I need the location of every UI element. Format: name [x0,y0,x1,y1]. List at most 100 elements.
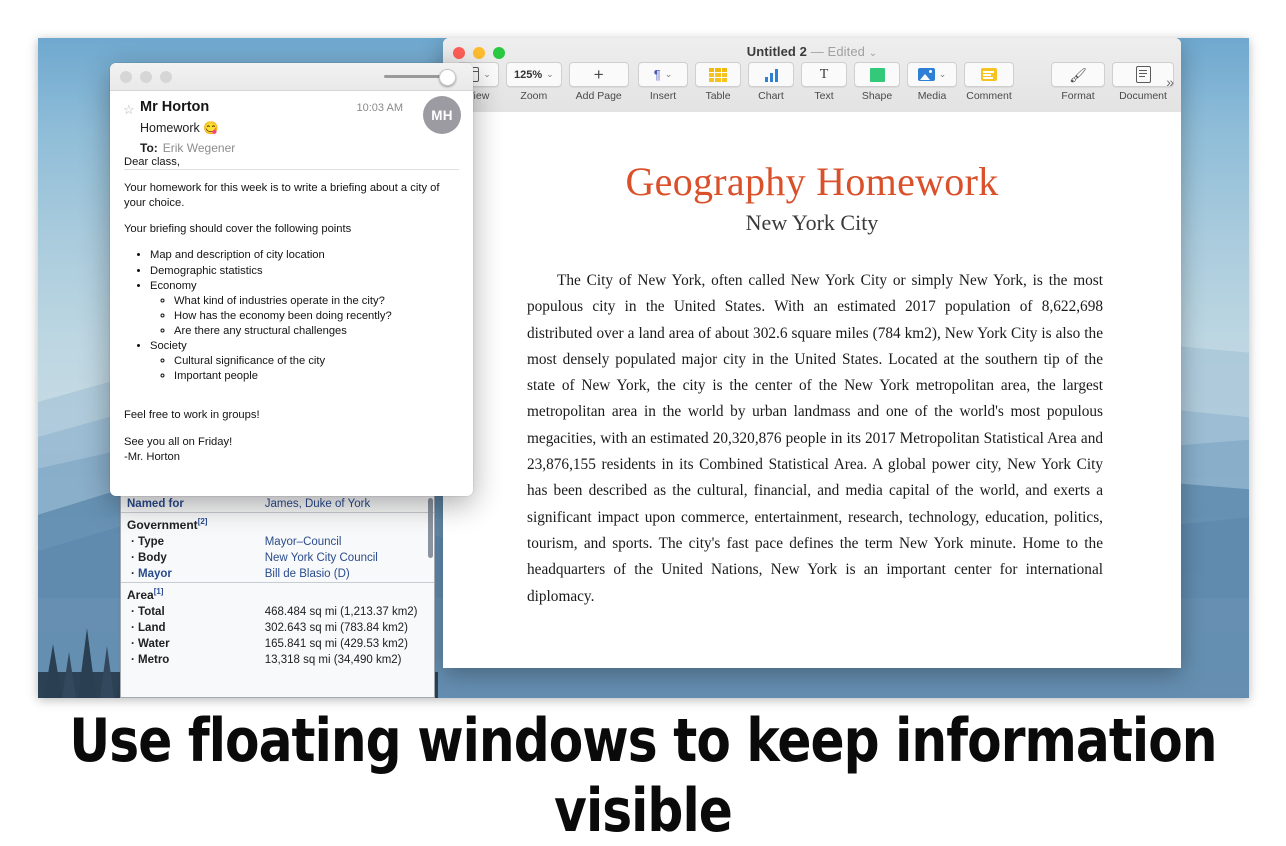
mail-paragraph: Your briefing should cover the following… [124,223,352,236]
mail-to-label: To: [140,141,158,155]
pilcrow-icon: ¶ [653,67,661,82]
mail-timestamp: 10:03 AM [356,102,403,114]
slider-knob[interactable] [439,69,456,86]
mail-titlebar[interactable] [110,63,473,91]
infobox-value[interactable]: James, Duke of York [259,496,434,513]
screenshot-root: Untitled 2 — Edited ⌄ ⌄ View 125%⌄ Zoom [0,0,1286,846]
infobox-key-label[interactable]: Mayor [138,568,172,580]
infobox-table: Named for James, Duke of York Government… [121,496,434,668]
document-page[interactable]: Geography Homework New York City The Cit… [443,112,1181,668]
document-icon [1135,66,1151,83]
infobox-value[interactable]: Mayor–Council [259,534,434,550]
mail-signature: -Mr. Horton [124,450,180,463]
table-row: · Water 165.841 sq mi (429.53 km2) [121,636,434,652]
infobox-key-label: Metro [138,654,170,666]
pages-app-window[interactable]: Untitled 2 — Edited ⌄ ⌄ View 125%⌄ Zoom [443,38,1181,668]
toolbar-label-insert: Insert [649,90,677,102]
infobox-key-label: Type [138,536,165,548]
toolbar-button-add-page[interactable]: + Add Page [568,62,629,102]
infobox-value[interactable]: New York City Council [259,550,434,566]
toolbar-button-text[interactable]: T Text [801,62,847,102]
zoom-button[interactable] [160,71,172,83]
infobox-section-label: Area [127,588,154,602]
infobox-ref[interactable]: [1] [154,587,164,596]
mail-closing: See you all on Friday! [124,435,233,448]
infobox-section-label: Government [127,518,198,532]
paintbrush-icon: 🖌 [1069,66,1087,83]
toolbar-button-media[interactable]: ⌄ Media [907,62,957,102]
infobox-value[interactable]: Bill de Blasio (D) [259,566,434,583]
table-row: · Land 302.643 sq mi (783.84 km2) [121,620,434,636]
infobox-key-label: Total [138,606,165,618]
infobox-key: · Total [131,606,165,618]
infobox-key[interactable]: · Mayor [121,566,259,583]
toolbar-group-left[interactable]: ⌄ View 125% ⌄ Zoom + Add Page [457,62,629,102]
mail-to-name[interactable]: Erik Wegener [163,141,235,155]
mail-traffic-lights[interactable] [120,71,172,83]
toolbar-button-table[interactable]: Table [695,62,741,102]
mail-header: ☆ Mr Horton 10:03 AM MH Homework 😋 To: Er… [110,91,473,170]
toolbar-label-text: Text [814,90,834,102]
chevron-down-icon[interactable]: ⌄ [939,70,947,79]
toolbar-label-chart: Chart [758,90,784,102]
infobox-ref[interactable]: [2] [198,517,208,526]
toolbar-label-format: Format [1061,90,1095,102]
toolbar-button-insert[interactable]: ¶ ⌄ Insert [638,62,688,102]
text-box-icon: T [819,66,829,82]
toolbar-button-chart[interactable]: Chart [748,62,794,102]
wikipedia-infobox[interactable]: Named for James, Duke of York Government… [120,495,435,698]
minimize-button[interactable] [140,71,152,83]
toolbar-group-right[interactable]: 🖌 Format Document [1051,62,1174,102]
mail-subject: Homework 😋 [140,121,219,135]
edited-status: — Edited [810,44,866,59]
mail-closing: Feel free to work in groups! [124,409,260,422]
chevron-down-icon[interactable]: ⌄ [665,70,673,79]
infobox-key: · Land [131,622,166,634]
chevron-down-icon[interactable]: ⌄ [483,70,491,79]
green-square-icon [869,67,885,82]
infobox-key: · Water [131,638,170,650]
document-title: Geography Homework [625,159,999,204]
infobox-key[interactable]: Named for [121,496,259,513]
document-body-text[interactable]: The City of New York, often called New Y… [527,268,1103,610]
list-item: Demographic statistics [150,264,459,279]
infobox-section-header: Area[1] [121,583,434,605]
list-item: Are there any structural challenges [174,324,459,339]
mail-sub-list: What kind of industries operate in the c… [150,294,459,339]
list-item-label: Economy [150,279,197,292]
toolbar-button-zoom[interactable]: 125% ⌄ Zoom [506,62,562,102]
toolbar-overflow-button[interactable]: » [1166,74,1174,90]
close-button[interactable] [120,71,132,83]
infobox-value: 302.643 sq mi (783.84 km2) [264,622,408,634]
pages-toolbar[interactable]: ⌄ View 125% ⌄ Zoom + Add Page ¶ ⌄ Insert… [443,62,1181,112]
toolbar-button-format[interactable]: 🖌 Format [1051,62,1105,102]
desktop-wallpaper: Untitled 2 — Edited ⌄ ⌄ View 125%⌄ Zoom [38,38,1249,698]
opacity-slider[interactable] [384,69,459,86]
mail-body[interactable]: Dear class, Your homework for this week … [124,155,459,490]
list-item: Economy What kind of industries operate … [150,279,459,339]
pages-titlebar[interactable]: Untitled 2 — Edited ⌄ ⌄ View 125%⌄ Zoom [443,38,1181,113]
toolbar-button-shape[interactable]: Shape [854,62,900,102]
toolbar-label-zoom: Zoom [520,90,548,102]
toolbar-button-comment[interactable]: Comment [964,62,1014,102]
toolbar-group-insert[interactable]: ¶ ⌄ Insert Table Chart T Text Shape ⌄ Me… [638,62,1014,102]
list-item: What kind of industries operate in the c… [174,294,459,309]
toolbar-label-comment: Comment [966,90,1012,102]
table-row: · Total 468.484 sq mi (1,213.37 km2) [121,604,434,620]
toolbar-button-document[interactable]: Document [1112,62,1174,102]
toolbar-label-add-page: Add Page [575,90,622,102]
toolbar-label-document: Document [1119,90,1167,102]
mail-sender-name: Mr Horton [140,99,210,115]
pages-document-canvas[interactable]: Geography Homework New York City The Cit… [443,112,1181,668]
star-icon[interactable]: ☆ [123,102,135,118]
list-item-label: Demographic statistics [150,264,263,277]
slider-track[interactable] [384,75,446,78]
photo-icon [917,68,935,81]
infobox-key-label: Body [138,552,167,564]
mail-floating-window[interactable]: ☆ Mr Horton 10:03 AM MH Homework 😋 To: Er… [110,63,473,496]
plus-icon: + [593,65,604,84]
chevron-down-icon[interactable]: ⌄ [869,48,877,59]
scrollbar-thumb[interactable] [428,498,433,558]
chevron-down-icon[interactable]: ⌄ [546,70,554,79]
table-row: Government[2] [121,512,434,535]
